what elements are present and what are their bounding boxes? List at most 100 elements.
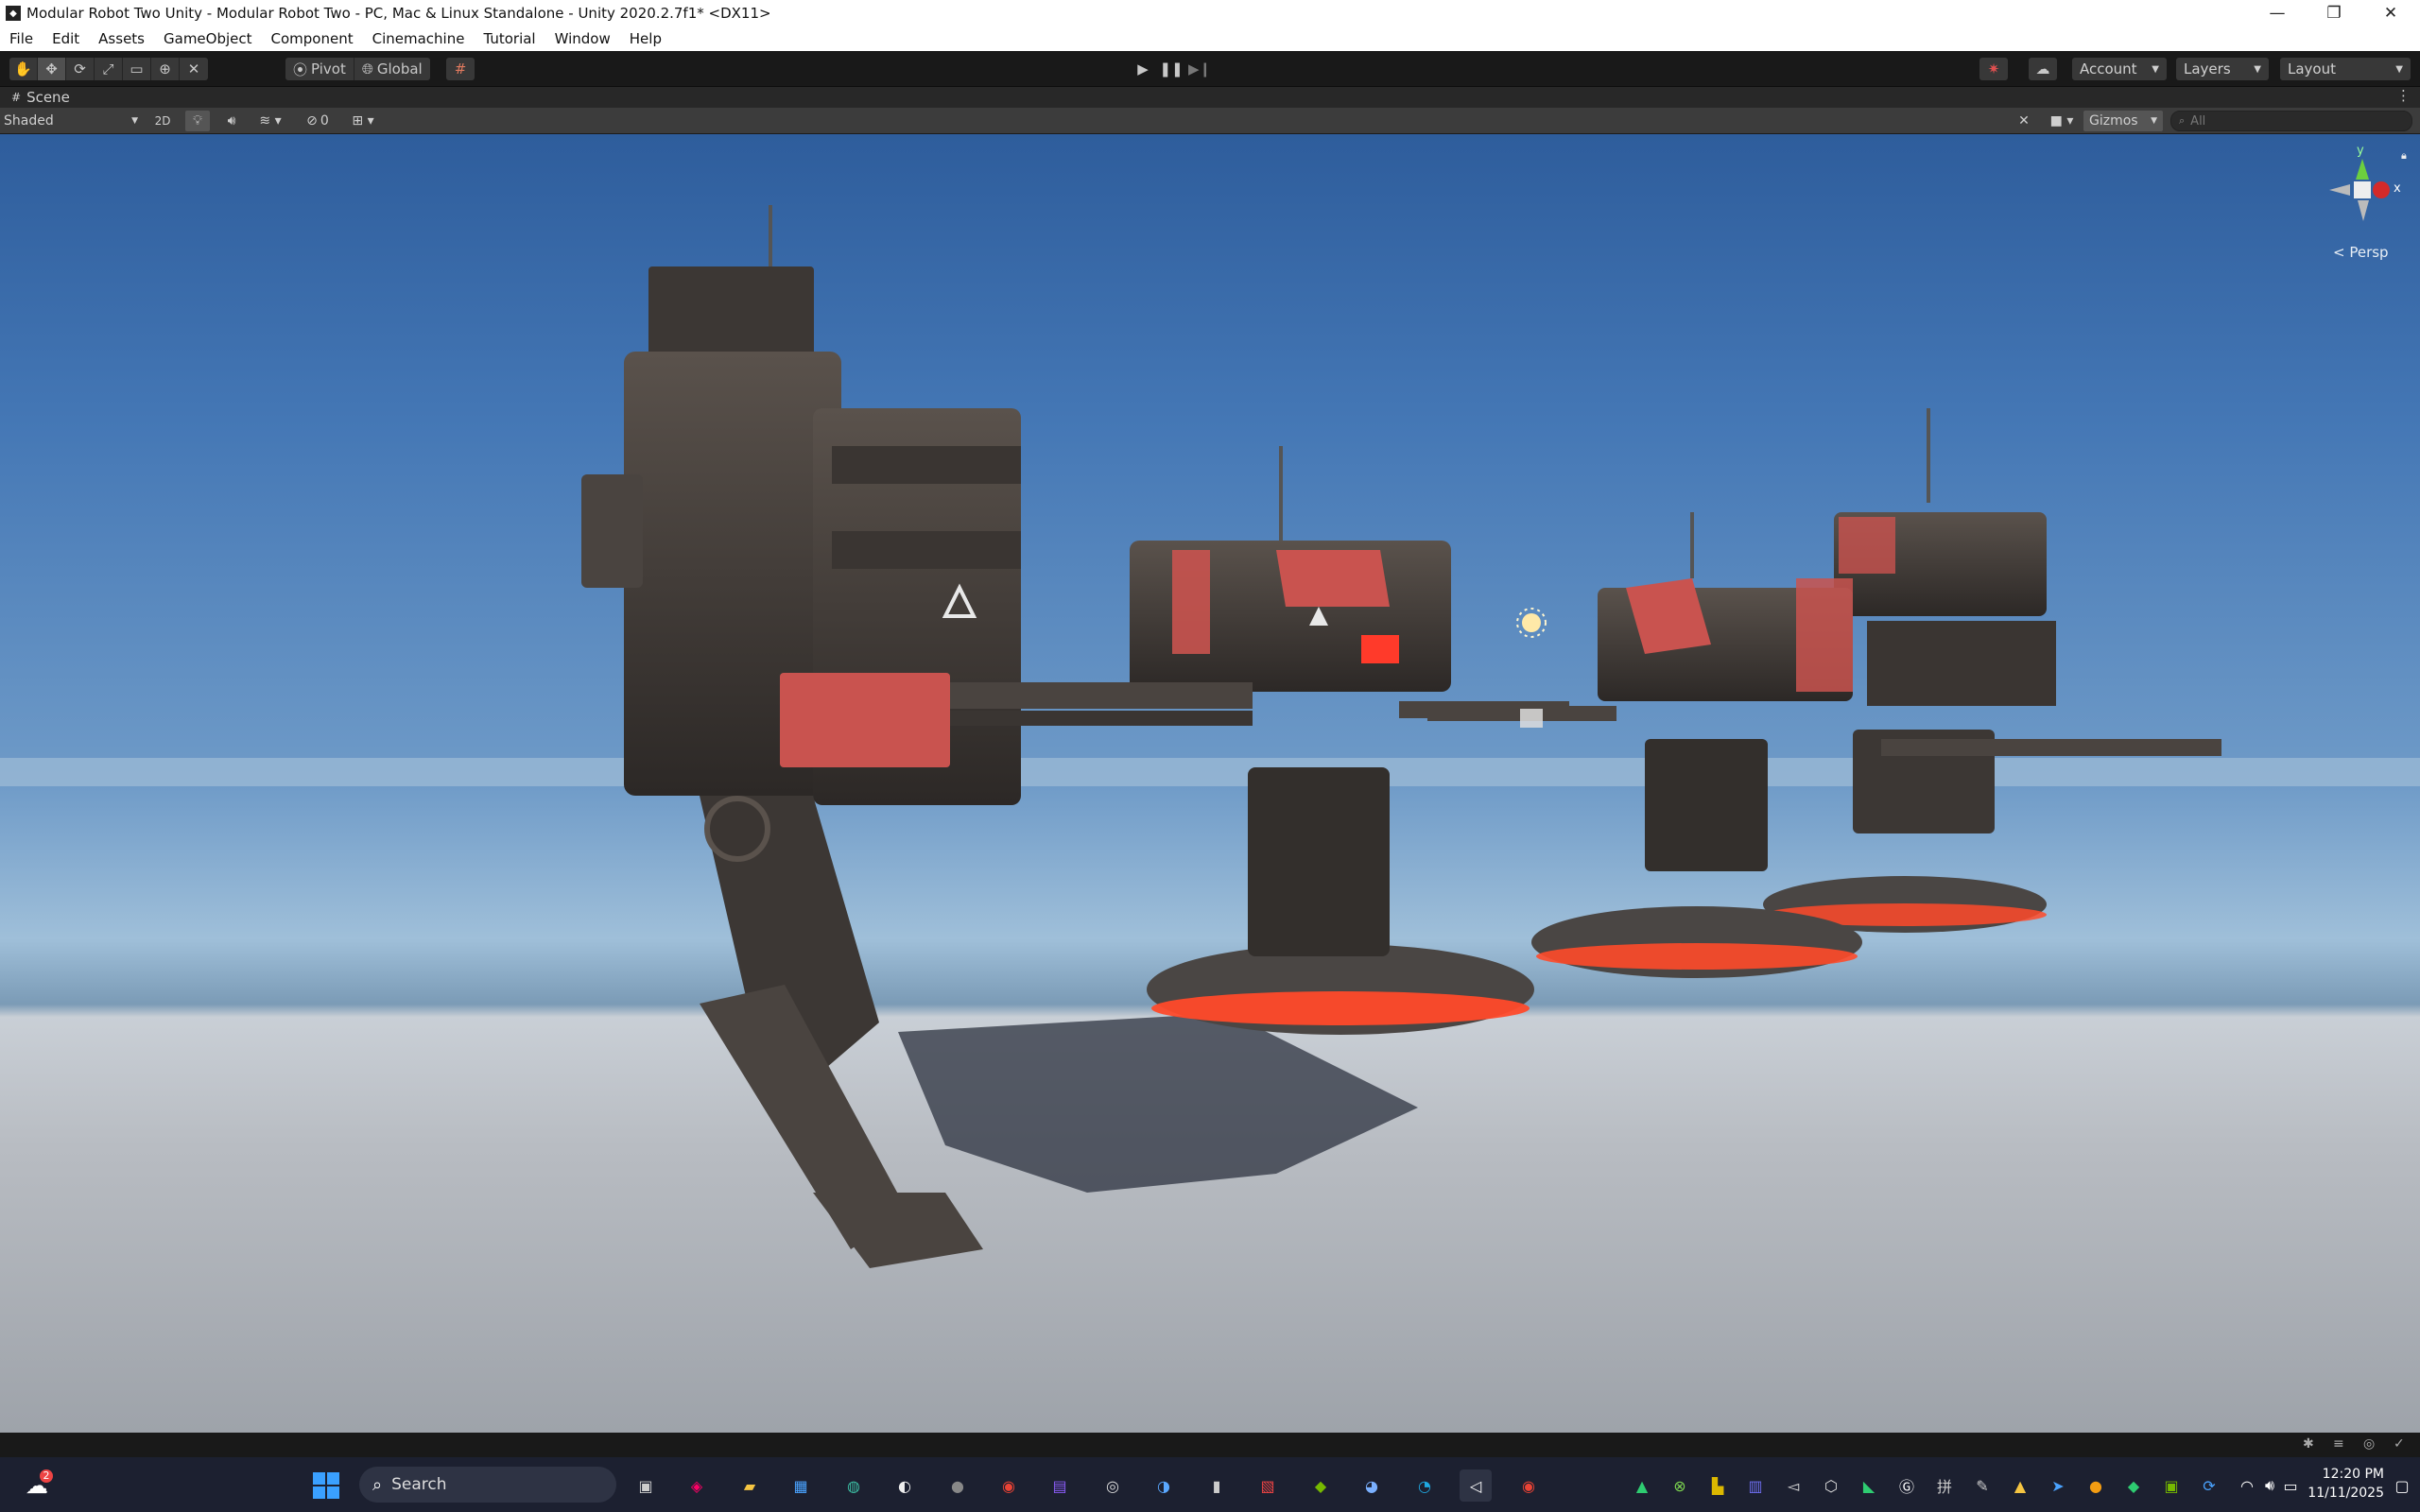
- effects-toggle-icon[interactable]: ≋ ▾: [251, 111, 289, 131]
- progress-icon[interactable]: ◎: [2363, 1436, 2375, 1452]
- account-dropdown[interactable]: Account ▼: [2072, 58, 2167, 80]
- scene-search-input[interactable]: ⌕ All: [2170, 111, 2412, 131]
- scale-tool-icon[interactable]: ⤢: [95, 58, 123, 80]
- menu-tutorial[interactable]: Tutorial: [474, 30, 544, 47]
- transform-tool-icon[interactable]: ⊕: [151, 58, 180, 80]
- menu-cinemachine[interactable]: Cinemachine: [363, 30, 475, 47]
- tray-green-icon[interactable]: ◣: [1858, 1475, 1879, 1496]
- tray-nvidia-icon[interactable]: ▣: [2161, 1475, 2182, 1496]
- edge-icon[interactable]: ◔: [1409, 1469, 1441, 1502]
- file-explorer-icon[interactable]: ▰: [734, 1469, 766, 1502]
- edge-dev-icon[interactable]: ◍: [838, 1469, 870, 1502]
- tray-xbox-icon[interactable]: ⊗: [1669, 1475, 1690, 1496]
- tray-norton-icon[interactable]: ▲: [2010, 1475, 2031, 1496]
- chrome-alt-icon[interactable]: ◉: [1512, 1469, 1545, 1502]
- gizmo-lock-icon[interactable]: 🔒︎: [2401, 149, 2407, 163]
- scene-viewport[interactable]: y x 🔒︎ < Persp: [0, 134, 2420, 1433]
- directional-light-gizmo[interactable]: [1516, 608, 1547, 638]
- pause-button[interactable]: ❚❚: [1157, 58, 1185, 80]
- toggle-2d-button[interactable]: 2D: [149, 111, 176, 131]
- taskbar-search[interactable]: ⌕ Search: [359, 1467, 616, 1503]
- notification-icon[interactable]: ▢: [2392, 1475, 2412, 1496]
- tray-g-icon[interactable]: Ⓖ: [1896, 1475, 1917, 1496]
- tray-teams-icon[interactable]: ▥: [1745, 1475, 1766, 1496]
- play-button[interactable]: ▶: [1129, 58, 1157, 80]
- custom-tool-icon[interactable]: ✕: [180, 58, 208, 80]
- cloud-icon[interactable]: ☁: [2029, 58, 2057, 80]
- layers-dropdown[interactable]: Layers ▼: [2176, 58, 2269, 80]
- tray-unity-hub-icon[interactable]: ⬡: [1821, 1475, 1841, 1496]
- step-button[interactable]: ▶❙: [1185, 58, 1214, 80]
- bug-icon[interactable]: ✱: [2303, 1436, 2314, 1452]
- copilot-icon[interactable]: ◈: [681, 1469, 713, 1502]
- menu-edit[interactable]: Edit: [43, 30, 89, 47]
- minimize-button[interactable]: —: [2250, 0, 2305, 26]
- tray-ea-icon[interactable]: ▙: [1707, 1475, 1728, 1496]
- rotate-tool-icon[interactable]: ⟳: [66, 58, 95, 80]
- start-button[interactable]: [310, 1469, 342, 1502]
- clock[interactable]: 12:20 PM 11/11/2025: [2299, 1465, 2384, 1503]
- obs-icon[interactable]: ◎: [1097, 1469, 1129, 1502]
- pivot-toggle[interactable]: ⦿ Pivot: [285, 58, 354, 80]
- grid-toggle-icon[interactable]: ⊞ ▾: [344, 111, 382, 131]
- menu-gameobject[interactable]: GameObject: [154, 30, 262, 47]
- menu-file[interactable]: File: [0, 30, 43, 47]
- lighting-toggle-icon[interactable]: 💡︎: [185, 111, 210, 131]
- gizmo-x-label: x: [2394, 181, 2401, 196]
- tray-vs-icon[interactable]: ◅: [1783, 1475, 1804, 1496]
- tray-orange-icon[interactable]: ●: [2085, 1475, 2106, 1496]
- tray-shield-icon[interactable]: ◆: [2123, 1475, 2144, 1496]
- layout-dropdown[interactable]: Layout ▼: [2280, 58, 2411, 80]
- gizmos-dropdown[interactable]: Gizmos ▼: [2083, 111, 2163, 131]
- audio-toggle-icon[interactable]: 🔊︎: [219, 111, 244, 131]
- hand-tool-icon[interactable]: ✋: [9, 58, 38, 80]
- shading-mode-dropdown[interactable]: Shaded ▼: [4, 111, 138, 131]
- global-toggle[interactable]: 🌐︎ Global: [354, 58, 430, 80]
- grid-snap-icon[interactable]: #: [446, 58, 475, 80]
- camera-settings-icon[interactable]: ■ ▾: [2042, 111, 2082, 131]
- clapper-icon[interactable]: ▤: [1044, 1469, 1076, 1502]
- menu-assets[interactable]: Assets: [89, 30, 154, 47]
- task-view-icon[interactable]: ▣: [630, 1469, 662, 1502]
- tray-telegram-icon[interactable]: ➤: [2048, 1475, 2068, 1496]
- alien-app-icon[interactable]: ◐: [889, 1469, 921, 1502]
- tools-icon[interactable]: ✕: [2014, 111, 2034, 131]
- transform-tools: ✋ ✥ ⟳ ⤢ ▭ ⊕ ✕: [9, 58, 208, 80]
- more-options-icon[interactable]: ⋮: [2396, 87, 2411, 104]
- app-dark-icon[interactable]: ●: [942, 1469, 974, 1502]
- menu-window[interactable]: Window: [545, 30, 620, 47]
- menu-help[interactable]: Help: [620, 30, 671, 47]
- battery-icon[interactable]: ▭: [2280, 1475, 2301, 1496]
- windows-logo-icon: [313, 1472, 339, 1499]
- maximize-button[interactable]: ❐: [2307, 0, 2361, 26]
- projection-label[interactable]: < Persp: [2333, 244, 2389, 261]
- microphone-icon[interactable]: ▮: [1201, 1469, 1233, 1502]
- tray-pen-icon[interactable]: ✎: [1972, 1475, 1993, 1496]
- tab-scene[interactable]: # Scene: [0, 89, 70, 106]
- unity-taskbar-icon[interactable]: ◁: [1460, 1469, 1492, 1502]
- hidden-objects-toggle[interactable]: ⊘ 0: [299, 111, 337, 131]
- chevron-down-icon: ▼: [2254, 63, 2261, 75]
- close-button[interactable]: ✕: [2363, 0, 2418, 26]
- window-title: Modular Robot Two Unity - Modular Robot …: [26, 5, 771, 22]
- store-icon[interactable]: ▦: [785, 1469, 817, 1502]
- volume-icon[interactable]: 🔊︎: [2259, 1475, 2280, 1496]
- stack-icon[interactable]: ≡: [2333, 1436, 2344, 1452]
- tray-android-icon[interactable]: ▲: [1632, 1475, 1652, 1496]
- move-tool-icon[interactable]: ✥: [38, 58, 66, 80]
- camera-gizmo[interactable]: [1520, 709, 1543, 728]
- tray-ime-icon[interactable]: 拼: [1934, 1475, 1955, 1496]
- menu-component[interactable]: Component: [262, 30, 363, 47]
- check-icon[interactable]: ✓: [2394, 1436, 2405, 1452]
- nvidia-icon[interactable]: ◆: [1305, 1469, 1337, 1502]
- weather-icon[interactable]: ☁ 2: [21, 1469, 53, 1502]
- wifi-icon[interactable]: ◠: [2237, 1475, 2257, 1496]
- collab-icon[interactable]: ✷: [1979, 58, 2008, 80]
- chrome-icon[interactable]: ◉: [993, 1469, 1025, 1502]
- orientation-gizmo[interactable]: y x 🔒︎ < Persp: [2318, 144, 2412, 266]
- sticky-app-icon[interactable]: ▧: [1252, 1469, 1284, 1502]
- browser-app-icon[interactable]: ◕: [1356, 1469, 1388, 1502]
- globe-app-icon[interactable]: ◑: [1148, 1469, 1180, 1502]
- tray-sync-icon[interactable]: ⟳: [2199, 1475, 2220, 1496]
- rect-tool-icon[interactable]: ▭: [123, 58, 151, 80]
